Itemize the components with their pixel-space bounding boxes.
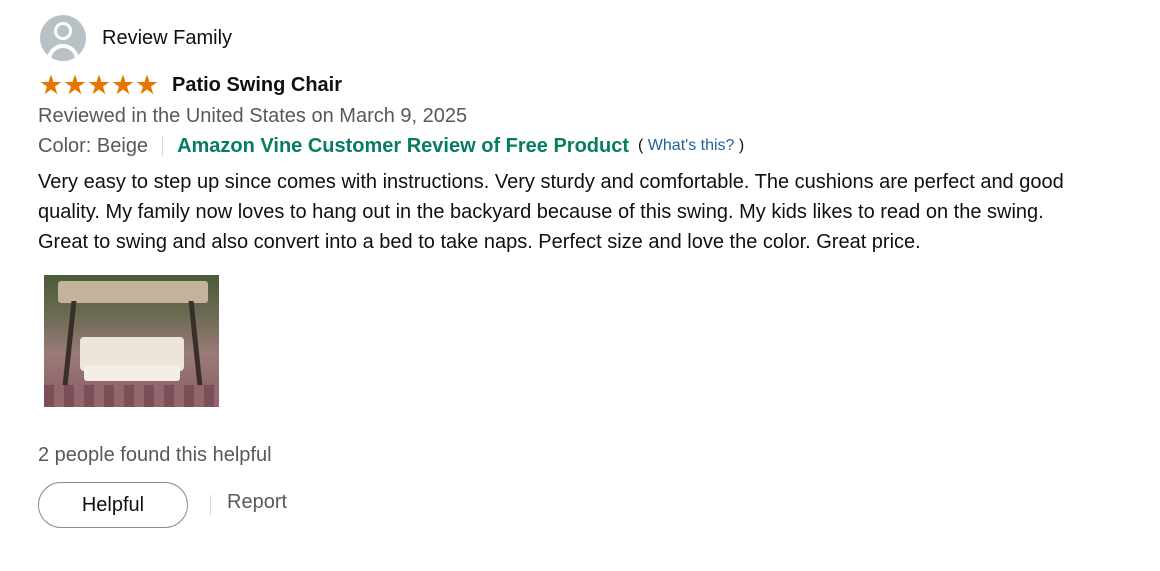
paren-close: ) bbox=[738, 137, 745, 154]
helpful-count: 2 people found this helpful bbox=[38, 444, 272, 466]
helpful-button[interactable]: Helpful bbox=[38, 482, 188, 528]
star-icon: ★ bbox=[134, 70, 159, 100]
product-variant-label: Color: Beige bbox=[38, 134, 149, 157]
star-icon: ★ bbox=[38, 70, 63, 100]
star-icon: ★ bbox=[86, 70, 111, 100]
default-user-avatar-icon bbox=[40, 15, 86, 61]
star-icon: ★ bbox=[62, 70, 87, 100]
whats-this-link[interactable]: What's this? bbox=[648, 137, 735, 154]
star-icon: ★ bbox=[110, 70, 135, 100]
review-card: Review Family ★ ★ ★ ★ ★ Patio Swing Chai… bbox=[38, 14, 1118, 528]
review-body: Very easy to step up since comes with in… bbox=[38, 171, 1064, 253]
review-meta-row: Color: Beige Amazon Vine Customer Review… bbox=[38, 131, 1118, 161]
review-photo-thumbnail[interactable] bbox=[44, 275, 219, 407]
star-rating[interactable]: ★ ★ ★ ★ ★ bbox=[38, 70, 159, 100]
review-actions: Helpful Report bbox=[38, 482, 1118, 528]
paren-open: ( bbox=[638, 137, 644, 154]
review-title-row: ★ ★ ★ ★ ★ Patio Swing Chair bbox=[38, 71, 1118, 99]
whats-this-wrapper: ( What's this? ) bbox=[638, 137, 744, 155]
reviewer-name[interactable]: Review Family bbox=[102, 27, 232, 50]
review-title[interactable]: Patio Swing Chair bbox=[172, 74, 342, 97]
divider bbox=[210, 495, 211, 515]
report-link[interactable]: Report bbox=[227, 491, 287, 514]
review-date: Reviewed in the United States on March 9… bbox=[38, 105, 468, 127]
divider bbox=[162, 136, 164, 156]
vine-badge: Amazon Vine Customer Review of Free Prod… bbox=[177, 134, 630, 157]
reviewer-profile[interactable]: Review Family bbox=[38, 14, 1118, 62]
